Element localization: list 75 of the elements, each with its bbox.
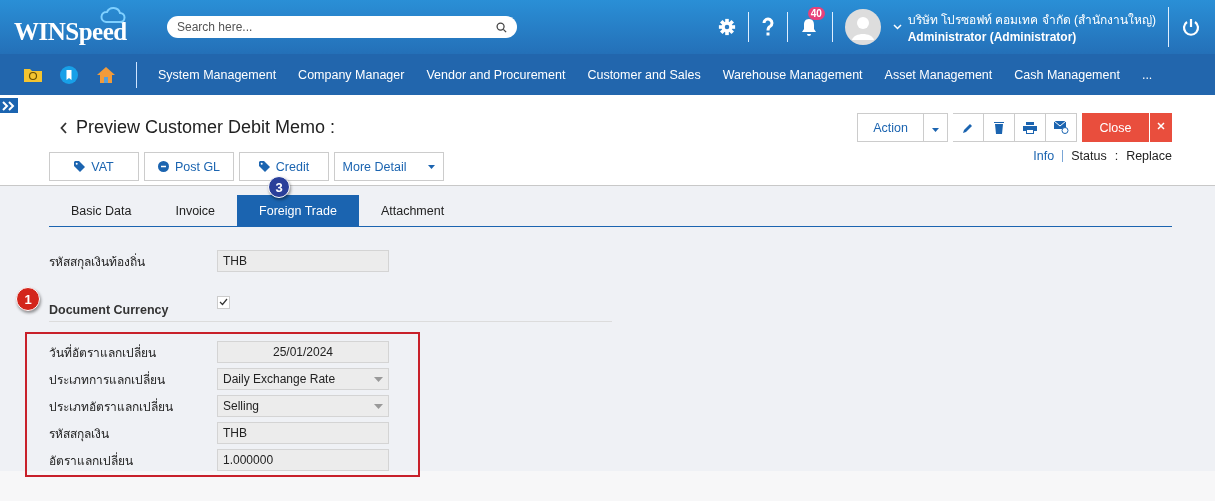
help-icon[interactable] (760, 17, 775, 37)
company-name: บริษัท โปรซอฟท์ คอมเทค จำกัด (สำนักงานใหญ่) (907, 12, 1156, 29)
trash-icon (994, 121, 1004, 134)
caret-icon (428, 164, 436, 169)
caret-icon (932, 127, 939, 132)
tag-icon (74, 161, 86, 172)
step-marker: 1 (16, 287, 40, 311)
power-icon[interactable] (1181, 17, 1201, 37)
menu-item[interactable]: Vendor and Procurement (426, 67, 566, 82)
toolbar-button[interactable]: VAT (49, 152, 139, 181)
section-label: Document Currency (49, 302, 170, 317)
email-button[interactable] (1046, 113, 1077, 142)
double-chevron-icon (2, 100, 16, 111)
notification-bell-icon[interactable] (799, 17, 818, 37)
menu-item[interactable]: Company Manager (298, 67, 405, 82)
field-label: ประเภทการแลกเปลี่ยน (49, 370, 166, 389)
close-button[interactable]: Close (1082, 113, 1149, 142)
action-dropdown-button[interactable] (924, 113, 948, 142)
info-link[interactable]: Info (1033, 149, 1055, 163)
toolbar-button[interactable]: Credit (239, 152, 329, 181)
field-label: รหัสสกุลเงินท้องถิ่น (49, 252, 146, 271)
bookmark-icon[interactable] (60, 65, 78, 84)
checkmark-icon (219, 298, 228, 306)
input-field[interactable]: THB (217, 422, 389, 444)
envelope-icon (1053, 121, 1069, 134)
chevron-down-icon[interactable] (892, 24, 902, 30)
settings-icon[interactable] (717, 18, 736, 36)
close-icon (1157, 122, 1165, 130)
input-field[interactable]: THB (217, 250, 389, 272)
input-field[interactable]: 25/01/2024 (217, 341, 389, 363)
field-label: รหัสสกุลเงิน (49, 425, 110, 443)
menu-item[interactable]: ... (1141, 67, 1153, 82)
field-label: วันที่อัตราแลกเปลี่ยน (49, 343, 157, 362)
search-icon (496, 22, 507, 33)
menu-item[interactable]: Customer and Sales (587, 67, 701, 82)
field-label: ประเภทอัตราแลกเปลี่ยน (49, 397, 174, 416)
tab[interactable]: Invoice (153, 195, 238, 226)
field-label: อัตราแลกเปลี่ยน (49, 451, 134, 470)
delete-button[interactable] (984, 113, 1015, 142)
avatar-icon[interactable] (844, 9, 881, 45)
app-logo: WINSpeed (14, 18, 127, 46)
caret-icon (374, 376, 383, 382)
notification-count: 40 (807, 7, 825, 20)
expand-sidebar-button[interactable] (0, 98, 18, 113)
tab[interactable]: Foreign Trade (237, 195, 359, 226)
user-name: Administrator (Administrator) (907, 30, 1078, 44)
printer-icon (1023, 121, 1037, 134)
menu-item[interactable]: Asset Management (884, 67, 993, 82)
tag-icon (258, 161, 270, 172)
search-field[interactable]: Search here... (167, 16, 517, 38)
back-icon[interactable] (60, 121, 68, 134)
tab[interactable]: Attachment (358, 195, 467, 226)
caret-icon (374, 403, 383, 409)
toolbar-button[interactable]: Post GL (144, 152, 234, 181)
dropdown-field[interactable]: Daily Exchange Rate (217, 368, 389, 390)
pencil-icon (962, 121, 974, 134)
menu-item[interactable]: Warehouse Management (722, 67, 863, 82)
tab[interactable]: Basic Data (49, 195, 154, 226)
circle-icon (157, 161, 169, 172)
status-label: Status (1071, 149, 1107, 163)
edit-button[interactable] (953, 113, 984, 142)
dropdown-field[interactable]: Selling (217, 395, 389, 417)
home-icon[interactable] (96, 65, 116, 84)
status-value: Replace (1126, 149, 1172, 163)
menu-item[interactable]: Cash Management (1014, 67, 1120, 82)
menu-item[interactable]: System Management (158, 67, 277, 82)
cloud-icon (100, 6, 126, 24)
print-button[interactable] (1015, 113, 1046, 142)
input-field[interactable]: 1.000000 (217, 449, 389, 471)
toolbar-button[interactable]: More Detail (334, 152, 444, 181)
checkbox[interactable] (217, 295, 230, 309)
folder-clock-icon[interactable] (24, 67, 42, 82)
status-colon: : (1114, 149, 1119, 163)
page-title: Preview Customer Debit Memo : (76, 117, 336, 138)
action-button[interactable]: Action (857, 113, 924, 142)
